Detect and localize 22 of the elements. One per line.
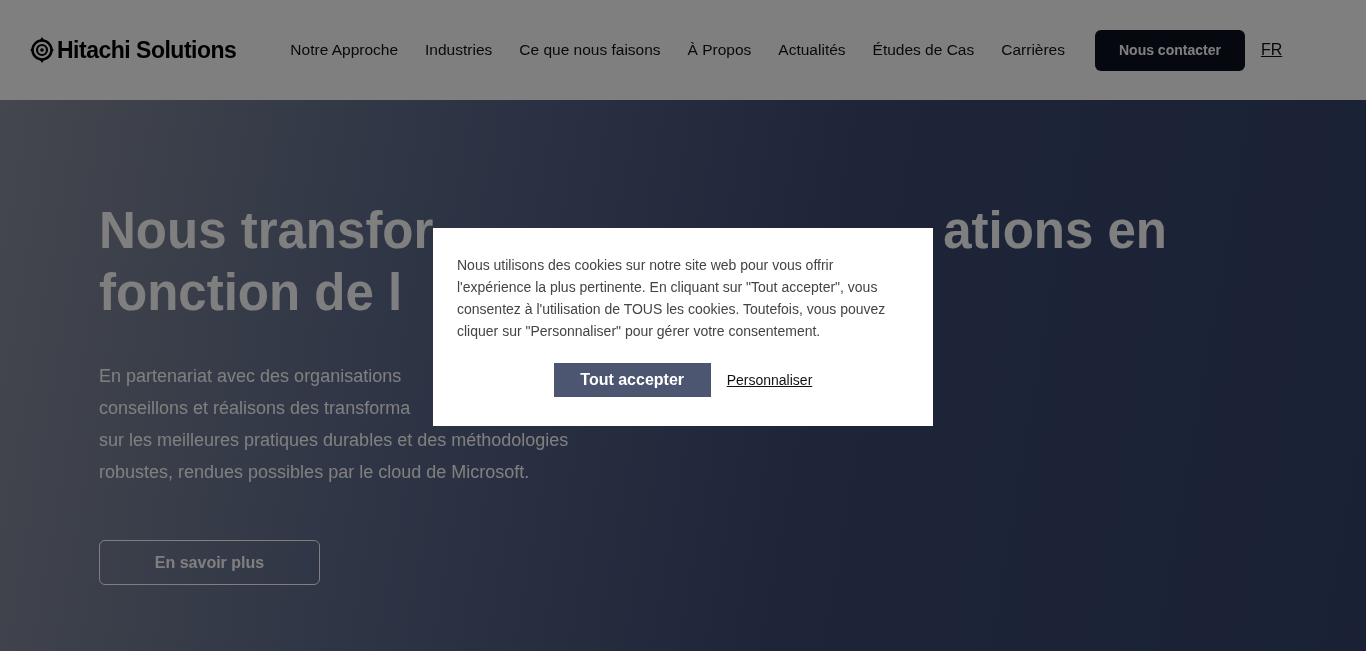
contact-button[interactable]: Nous contacter bbox=[1095, 29, 1245, 71]
nav-link[interactable]: Carrières bbox=[1001, 41, 1065, 59]
learn-more-button[interactable]: En savoir plus bbox=[99, 540, 320, 585]
hero-heading: Nous transfor bbox=[99, 201, 434, 261]
nav-link[interactable]: Notre Approche bbox=[290, 41, 399, 59]
hero-text: robustes, rendues possibles par le cloud de Microsoft. bbox=[99, 461, 530, 484]
nav-link[interactable]: Industries bbox=[425, 41, 493, 59]
hero-text: sur les meilleures pratiques durables et des méthodologies bbox=[99, 429, 569, 452]
hero-heading: fonction de l bbox=[99, 263, 403, 323]
accept-button[interactable]: Tout accepter bbox=[553, 363, 711, 397]
cookie-message: Nous utilisons des cookies sur notre site web pour vous offrir l'expérience la plus pertinente. En cliquant sur "Tout accepter", vous consentez à l'utilisation de TOUS les cookies. Toutefois, vous pouvez cliquer sur "Personnaliser" pour gérer votre consentement. bbox=[457, 256, 887, 341]
logo-text: Hitachi Solutions bbox=[57, 36, 237, 64]
nav-link[interactable]: Actualités bbox=[778, 41, 846, 59]
hero-text: conseillons et réalisons des transforma bbox=[99, 397, 411, 420]
nav-link[interactable]: À Propos bbox=[687, 41, 752, 59]
nav-link[interactable]: Ce que nous faisons bbox=[519, 41, 661, 59]
logo-icon bbox=[30, 37, 54, 63]
hero-heading: ations en bbox=[943, 201, 1167, 261]
hero-text: En partenariat avec des organisations bbox=[99, 365, 402, 388]
language-link[interactable]: FR bbox=[1260, 41, 1283, 59]
nav-link[interactable]: Études de Cas bbox=[872, 41, 975, 59]
customize-link[interactable]: Personnaliser bbox=[726, 372, 813, 388]
